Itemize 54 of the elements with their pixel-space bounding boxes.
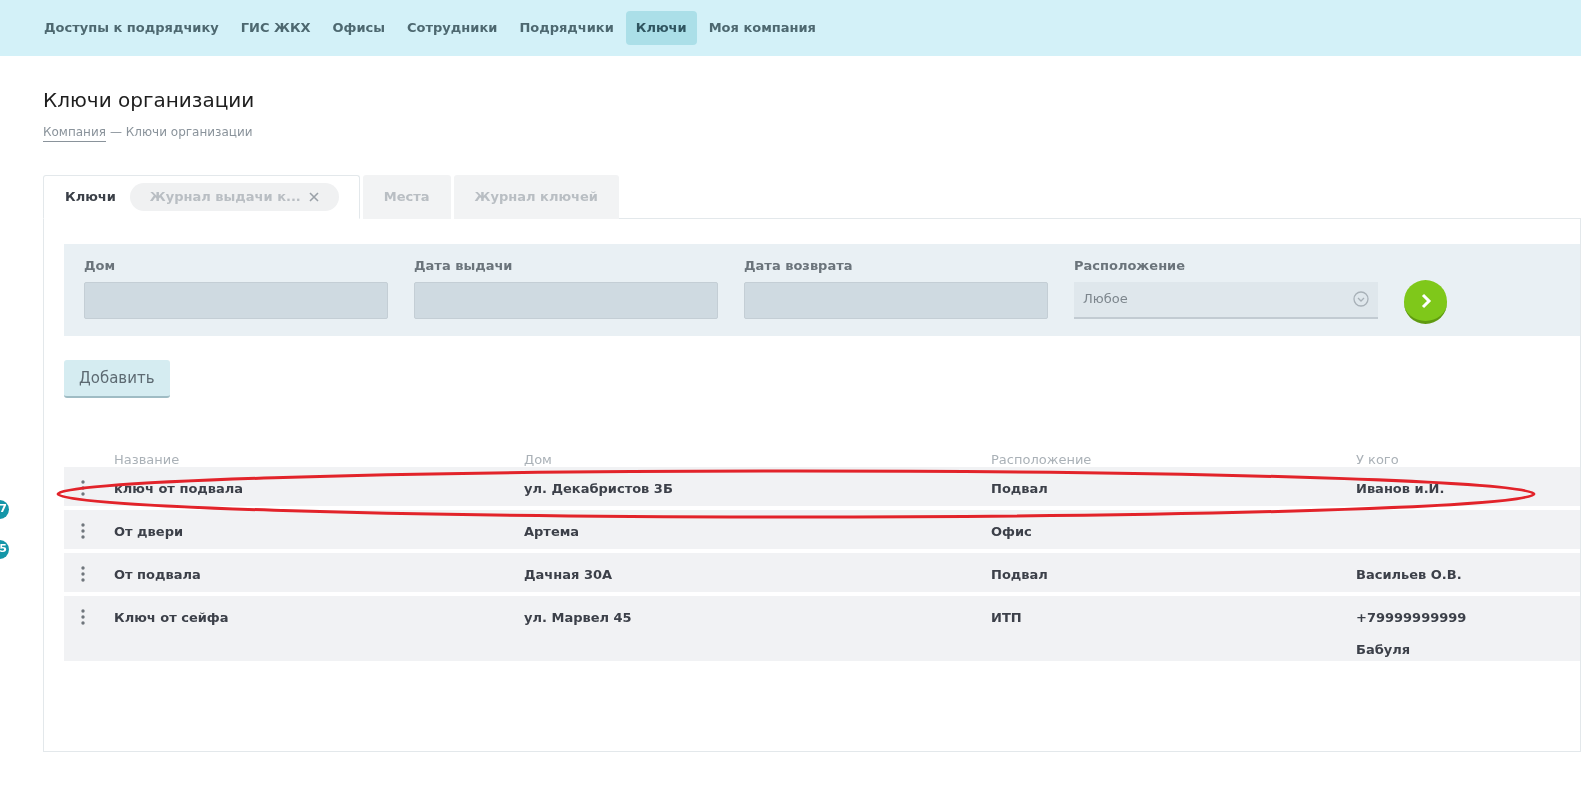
filter-input[interactable] [84,281,388,319]
table-cell-text: ИТП [991,609,1023,627]
table-cell-text: ул. Марвел 45 [524,609,633,627]
filter-label: Дата выдачи [414,257,514,275]
table-cell-text: +79999999999 [1356,609,1467,627]
tab[interactable]: Ключи [44,187,116,207]
table-row[interactable]: Ключ от сейфа ул. Марвел 45 ИТП +79999999999 Бабуля [64,596,1580,661]
table-row[interactable]: От двери Артема Офис [64,510,1580,549]
count-badge: 5 [0,540,9,559]
table-cell-text: Подвал [991,566,1049,584]
nav-tab[interactable]: Сотрудники [397,11,508,45]
column-header: Название [114,451,181,469]
table-cell-text: Подвал [991,480,1049,498]
filter-input[interactable] [744,281,1048,319]
nav-tab[interactable]: Моя компания [698,11,826,45]
nav-tab[interactable]: Ключи [625,11,697,45]
table-cell-text: Артема [524,523,581,541]
table-cell-text: ключ от подвала [114,480,245,498]
table-cell-text: Дачная 30А [524,566,614,584]
chevron-down-icon [1353,291,1369,307]
location-select[interactable]: Любое [1074,281,1378,319]
filter-label: Дата возврата [744,257,854,275]
nav-tab[interactable]: Офисы [322,11,396,45]
nav-tab[interactable]: Доступы к подрядчику [34,11,229,45]
submit-button[interactable] [1404,280,1447,324]
filter-input[interactable] [414,281,718,319]
filter-label: Расположение [1074,257,1187,275]
column-header: Дом [524,451,553,469]
breadcrumb-link[interactable]: Компания [43,123,106,142]
nav-tab[interactable]: Подрядчики [509,11,624,45]
chevron-right-icon [1419,292,1432,309]
more-icon[interactable] [81,480,85,496]
column-header: Расположение [991,451,1093,469]
table-cell-text: От двери [114,523,185,541]
table-row[interactable]: ключ от подвала ул. Декабристов 3Б Подвал Иванов и.И. [64,467,1580,506]
table-cell-text: От подвала [114,566,202,584]
table-cell-text: Ключ от сейфа [114,609,230,627]
more-icon[interactable] [81,523,85,539]
column-header: У кого [1356,451,1400,469]
more-icon[interactable] [81,566,85,582]
more-icon[interactable] [81,609,85,625]
add-button[interactable]: Добавить [64,360,170,398]
table-row[interactable]: От подвала Дачная 30А Подвал Васильев О.В. [64,553,1580,592]
table-cell-text: Офис [991,523,1033,541]
breadcrumb-current: — Ключи организации [110,124,253,141]
table-cell-text: Иванов и.И. [1356,480,1445,498]
table-cell-text: ул. Декабристов 3Б [524,480,674,498]
table-cell-text: Васильев О.В. [1356,566,1462,584]
nav-tab[interactable]: ГИС ЖКХ [230,11,321,45]
filter-label: Дом [84,257,117,275]
close-icon[interactable] [308,192,319,202]
page-title: Ключи организации [43,87,256,114]
count-badge: 7 [0,500,9,519]
table-cell-text: Бабуля [1356,640,1412,659]
